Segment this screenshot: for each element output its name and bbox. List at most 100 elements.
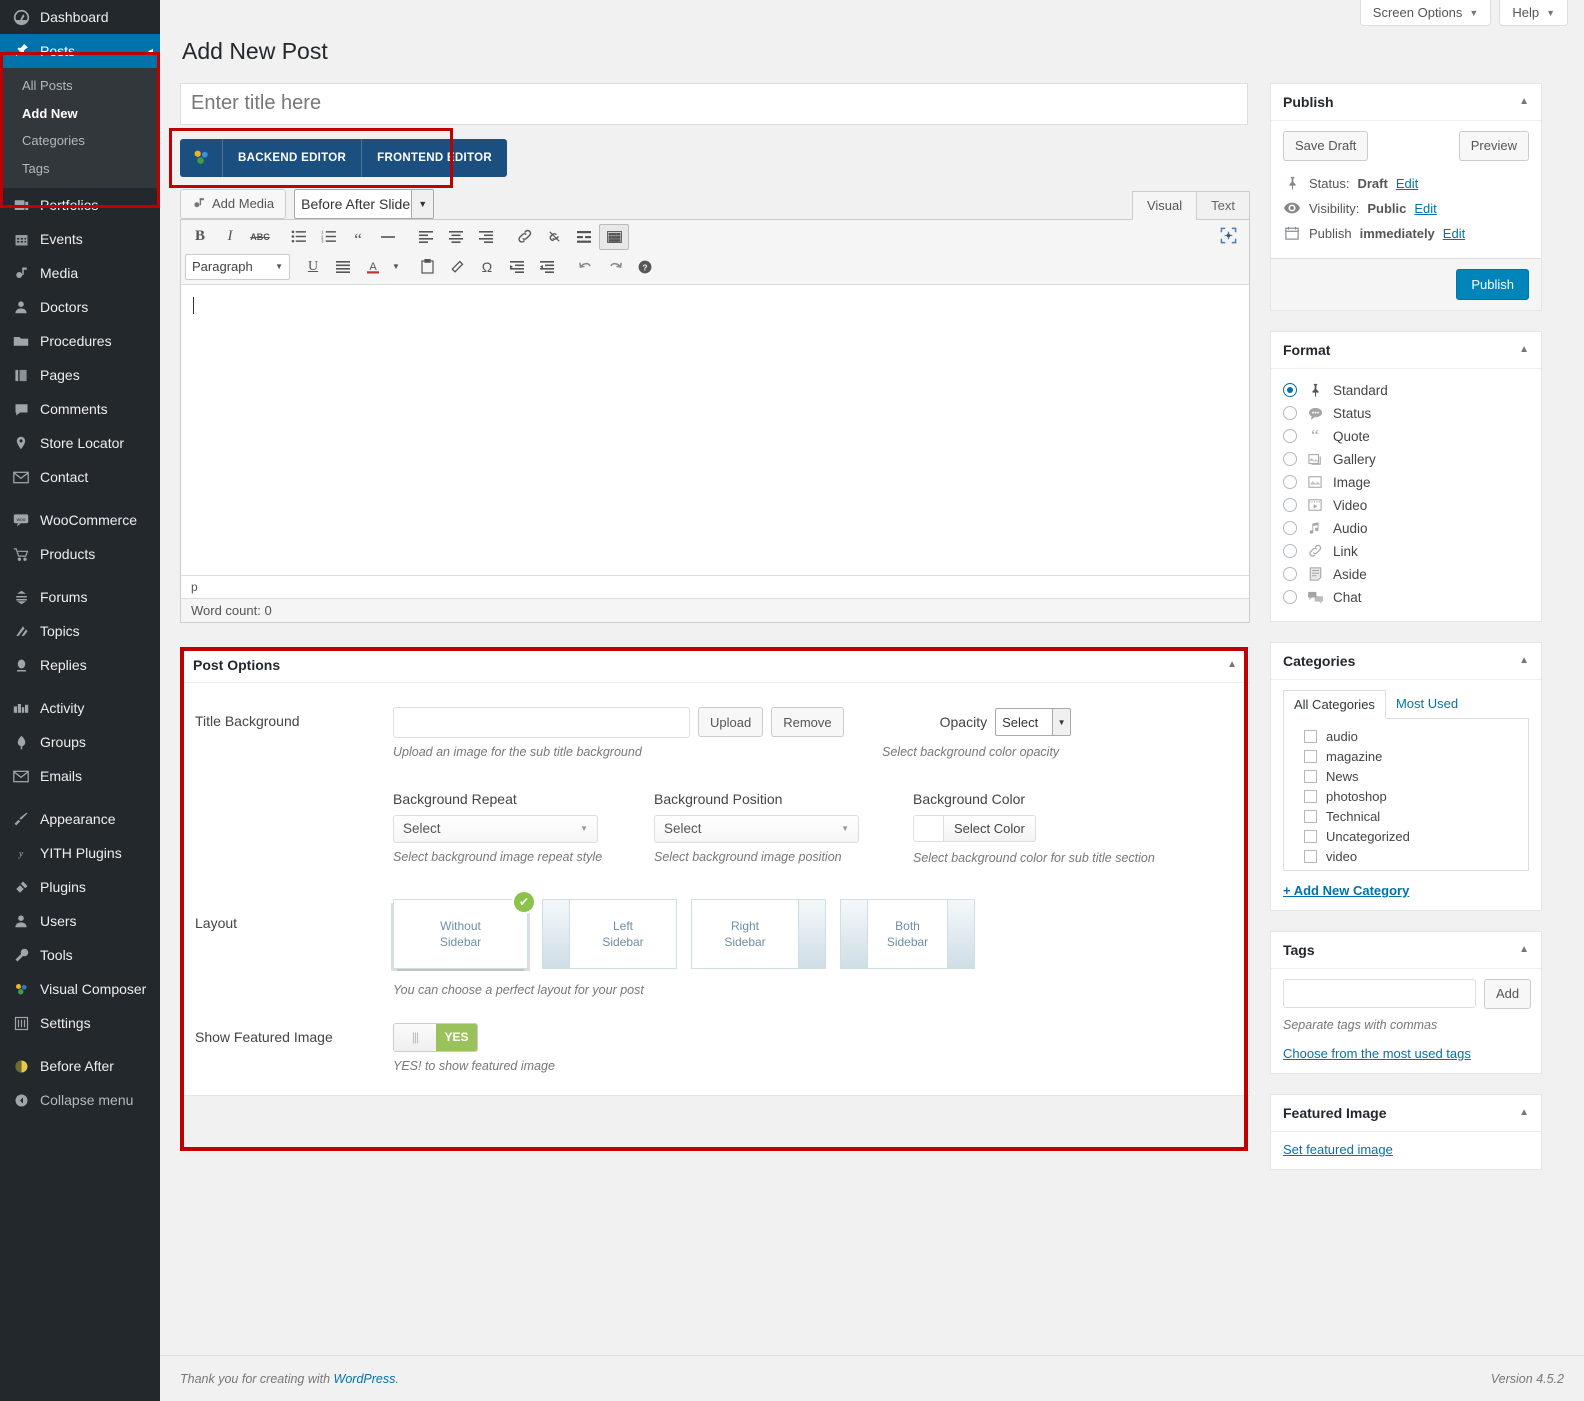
align-center-icon[interactable] (441, 224, 471, 250)
sidebar-item-dashboard[interactable]: Dashboard (0, 0, 160, 34)
category-item[interactable]: video (1294, 847, 1518, 867)
sidebar-subitem-all-posts[interactable]: All Posts (0, 72, 160, 100)
post-options-header[interactable]: Post Options ▲ (181, 648, 1249, 683)
wordpress-link[interactable]: WordPress (334, 1372, 396, 1386)
sidebar-item-contact[interactable]: Contact (0, 460, 160, 494)
category-checkbox[interactable] (1304, 769, 1317, 783)
italic-icon[interactable]: I (215, 224, 245, 250)
background-position-select[interactable]: Select ▼ (654, 814, 859, 843)
screen-options-button[interactable]: Screen Options ▼ (1359, 0, 1492, 26)
paste-as-text-icon[interactable] (412, 254, 442, 280)
publish-button[interactable]: Publish (1456, 268, 1529, 300)
read-more-icon[interactable] (569, 224, 599, 250)
format-option-gallery[interactable]: Gallery (1283, 448, 1529, 471)
radio-quote[interactable] (1283, 429, 1297, 444)
radio-status[interactable] (1283, 406, 1297, 421)
sidebar-item-topics[interactable]: Topics (0, 614, 160, 648)
background-repeat-select[interactable]: Select ▼ (393, 814, 598, 843)
category-checkbox[interactable] (1304, 729, 1317, 743)
preview-button[interactable]: Preview (1458, 130, 1529, 161)
radio-audio[interactable] (1283, 521, 1297, 536)
align-right-icon[interactable] (471, 224, 501, 250)
sidebar-item-yith-plugins[interactable]: y YITH Plugins (0, 836, 160, 870)
tab-text[interactable]: Text (1196, 190, 1250, 220)
category-checkbox[interactable] (1304, 749, 1317, 763)
radio-link[interactable] (1283, 544, 1297, 559)
publish-date-edit-link[interactable]: Edit (1443, 226, 1465, 241)
sidebar-item-pages[interactable]: Pages (0, 358, 160, 392)
format-option-link[interactable]: Link (1283, 540, 1529, 563)
format-box-header[interactable]: Format ▲ (1271, 332, 1541, 369)
category-checkbox[interactable] (1304, 829, 1317, 843)
sidebar-item-tools[interactable]: Tools (0, 938, 160, 972)
outdent-icon[interactable] (502, 254, 532, 280)
category-item[interactable]: magazine (1294, 747, 1518, 767)
sidebar-item-media[interactable]: Media (0, 256, 160, 290)
layout-option-both-sidebar[interactable]: Both Sidebar (840, 898, 975, 969)
sidebar-item-plugins[interactable]: Plugins (0, 870, 160, 904)
sidebar-item-woocommerce[interactable]: woo WooCommerce (0, 503, 160, 537)
sidebar-item-procedures[interactable]: Procedures (0, 324, 160, 358)
add-new-category-link[interactable]: + Add New Category (1283, 883, 1409, 898)
tab-all-categories[interactable]: All Categories (1283, 689, 1386, 719)
category-item[interactable]: audio (1294, 727, 1518, 747)
category-checkbox[interactable] (1304, 809, 1317, 823)
category-checkbox[interactable] (1304, 849, 1317, 863)
tab-visual[interactable]: Visual (1131, 190, 1198, 220)
backend-editor-button[interactable]: BACKEND EDITOR (223, 138, 363, 177)
category-checkbox[interactable] (1304, 789, 1317, 803)
layout-option-without-sidebar[interactable]: Without Sidebar ✔ (393, 891, 534, 969)
undo-icon[interactable] (570, 254, 600, 280)
add-tag-button[interactable]: Add (1484, 978, 1532, 1009)
format-option-status[interactable]: Status (1283, 402, 1529, 425)
opacity-select[interactable]: Select ▼ (995, 708, 1072, 737)
help-button[interactable]: Help ▼ (1499, 0, 1568, 26)
status-edit-link[interactable]: Edit (1396, 176, 1418, 191)
show-featured-image-toggle[interactable]: ||| YES (393, 1022, 478, 1052)
set-featured-image-link[interactable]: Set featured image (1283, 1142, 1393, 1157)
tab-most-used[interactable]: Most Used (1386, 690, 1468, 719)
frontend-editor-button[interactable]: FRONTEND EDITOR (362, 139, 507, 177)
sidebar-item-groups[interactable]: Groups (0, 725, 160, 759)
special-character-icon[interactable]: Ω (472, 254, 502, 280)
sidebar-item-posts[interactable]: Posts ◂ (0, 34, 160, 68)
radio-aside[interactable] (1283, 567, 1297, 582)
sidebar-item-activity[interactable]: Activity (0, 691, 160, 725)
chevron-up-icon[interactable]: ▲ (1519, 96, 1529, 107)
sidebar-subitem-tags[interactable]: Tags (0, 155, 160, 183)
format-option-standard[interactable]: Standard (1283, 379, 1529, 402)
sidebar-item-replies[interactable]: Replies (0, 648, 160, 682)
shortcode-select[interactable]: Before After Slider ▼ (294, 188, 435, 219)
sidebar-subitem-categories[interactable]: Categories (0, 127, 160, 155)
title-background-input[interactable] (393, 706, 690, 738)
blockquote-icon[interactable]: “ (343, 224, 373, 250)
post-title-input[interactable] (180, 82, 1248, 125)
category-item[interactable]: photoshop (1294, 787, 1518, 807)
chevron-up-icon[interactable]: ▲ (1519, 655, 1529, 666)
keyboard-shortcuts-icon[interactable]: ? (630, 254, 660, 280)
numbered-list-icon[interactable]: 123 (313, 224, 343, 250)
sidebar-subitem-add-new[interactable]: Add New (0, 100, 160, 128)
sidebar-item-products[interactable]: Products (0, 537, 160, 571)
format-option-audio[interactable]: Audio (1283, 517, 1529, 540)
radio-chat[interactable] (1283, 590, 1297, 605)
radio-image[interactable] (1283, 475, 1297, 490)
insert-link-icon[interactable] (509, 224, 539, 250)
radio-video[interactable] (1283, 498, 1297, 513)
remove-button[interactable]: Remove (771, 707, 844, 738)
add-media-button[interactable]: Add Media (180, 188, 287, 219)
chevron-up-icon[interactable]: ▲ (1519, 344, 1529, 355)
chevron-up-icon[interactable]: ▲ (1519, 1107, 1529, 1118)
tags-input[interactable] (1283, 978, 1476, 1008)
sidebar-item-users[interactable]: Users (0, 904, 160, 938)
bold-icon[interactable]: B (185, 224, 215, 250)
category-item[interactable]: News (1294, 767, 1518, 787)
radio-standard[interactable] (1283, 383, 1297, 398)
unlink-icon[interactable] (539, 224, 569, 250)
tags-box-header[interactable]: Tags ▲ (1271, 932, 1541, 969)
justify-icon[interactable] (328, 254, 358, 280)
bulleted-list-icon[interactable] (283, 224, 313, 250)
category-item[interactable]: Technical (1294, 807, 1518, 827)
text-color-caret-icon[interactable]: ▼ (388, 254, 404, 280)
sidebar-item-comments[interactable]: Comments (0, 392, 160, 426)
